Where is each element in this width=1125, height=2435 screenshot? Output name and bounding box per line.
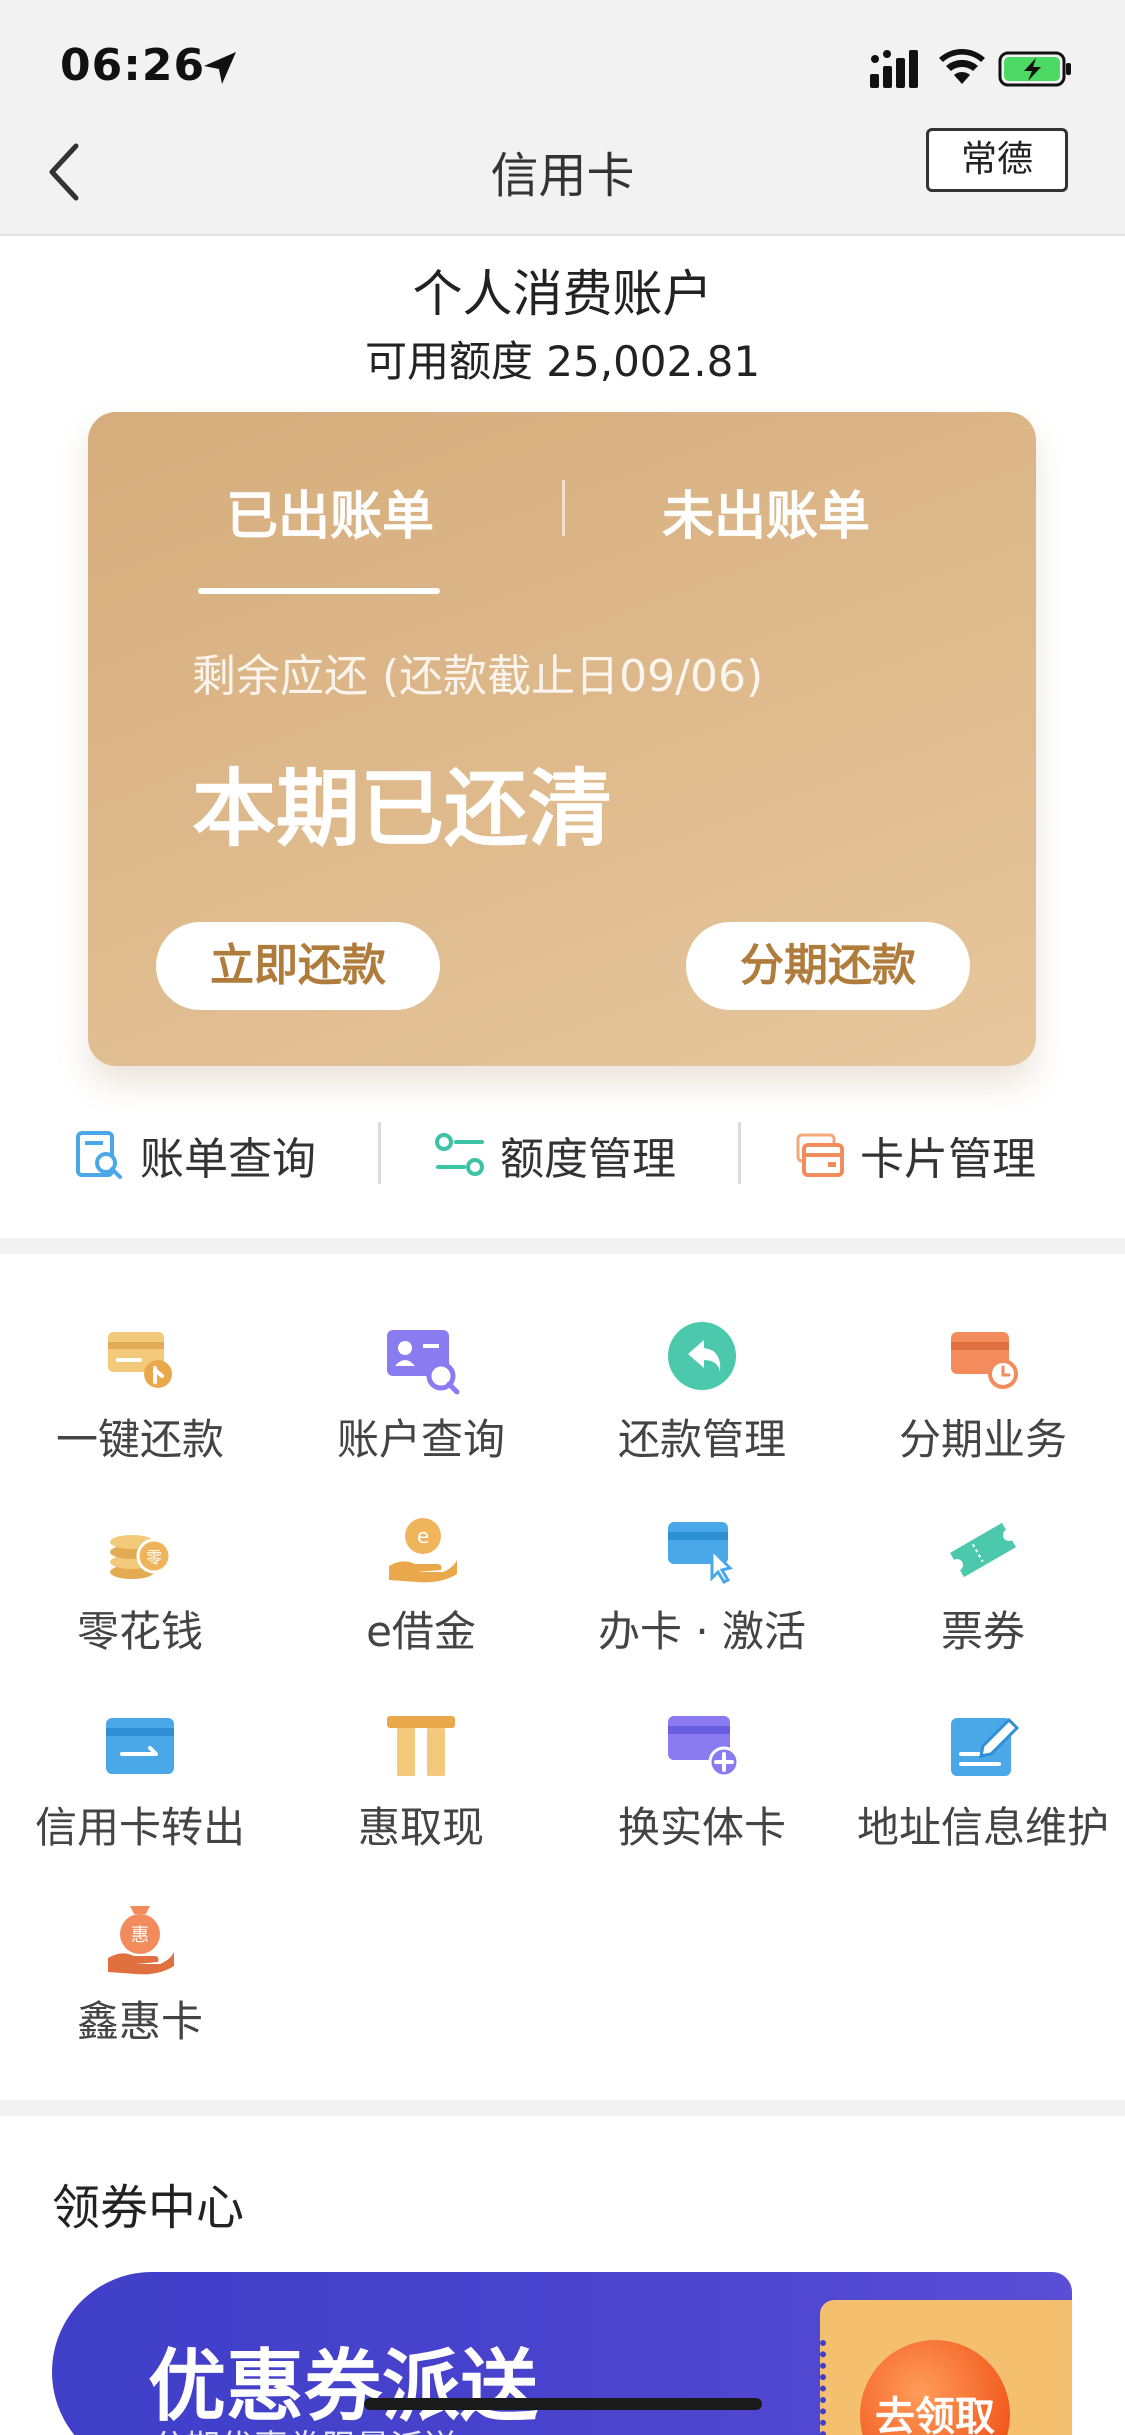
svg-text:零: 零 [146,1548,162,1567]
divider [738,1122,741,1184]
quick-link-bill-query[interactable]: 账单查询 [74,1112,316,1198]
section-divider [0,2100,1125,2116]
service-label: 鑫惠卡 [76,1997,203,2046]
service-xinhui-card[interactable]: 惠 鑫惠卡 [0,1900,280,2049]
service-label: 办卡 · 激活 [597,1607,807,1656]
service-label: 票券 [940,1607,1025,1656]
status-time: 06:26 [60,40,206,91]
account-query-icon [387,1330,460,1395]
repay-manage-icon [668,1322,736,1390]
quick-link-label: 卡片管理 [860,1134,1036,1185]
tab-unbilled-statement[interactable]: 未出账单 [662,474,870,549]
service-label: 分期业务 [898,1415,1067,1464]
card-transfer-icon [106,1718,174,1774]
section-divider [0,1238,1125,1254]
tab-billed-statement[interactable]: 已出账单 [226,474,434,549]
apply-activate-icon [668,1522,733,1584]
service-physical-card[interactable]: 换实体卡 [562,1706,842,1855]
service-apply-activate[interactable]: 办卡 · 激活 [562,1510,842,1659]
ticket-icon [950,1522,1016,1578]
service-label: 还款管理 [617,1415,786,1464]
cash-advance-icon [387,1716,455,1776]
service-label: 换实体卡 [617,1803,786,1852]
service-one-click-repay[interactable]: 一键还款 [0,1318,280,1467]
nav-bar: 信用卡 常德 [0,120,1125,236]
home-indicator [364,2398,762,2410]
e-loan-icon: e [389,1518,457,1583]
coupon-center-title: 领券中心 [52,2180,245,2236]
card-manage-icon [796,1133,844,1177]
cellular-signal-icon [870,50,918,88]
service-e-loan[interactable]: e e借金 [281,1510,561,1659]
quick-link-label: 额度管理 [500,1134,676,1185]
coins-icon: 零 [110,1535,172,1579]
coupon-banner-title: 优惠券派送 [148,2342,539,2432]
screen: 06:26 信用卡 常德 个人消费账户 可用额度 25,002.81 已出账单 … [0,0,1125,2435]
svg-text:e: e [417,1524,429,1548]
coupon-stub: 去领取 [820,2300,1072,2435]
perforation [820,2340,826,2435]
payment-status: 本期已还清 [192,760,613,858]
service-card-transfer[interactable]: 信用卡转出 [0,1706,280,1855]
bill-card: 已出账单 未出账单 剩余应还 (还款截止日09/06) 本期已还清 立即还款 分… [88,412,1036,1066]
bill-search-icon [76,1131,122,1179]
due-label: 剩余应还 (还款截止日09/06) [192,651,764,702]
service-account-query[interactable]: 账户查询 [281,1318,561,1467]
account-title: 个人消费账户 [412,265,713,323]
battery-charging-icon [998,51,1071,87]
location-arrow-icon [204,52,236,84]
service-label: 信用卡转出 [34,1803,245,1852]
service-pocket-money[interactable]: 零 零花钱 [0,1510,280,1659]
installment-repay-button[interactable]: 分期还款 [686,922,970,1010]
service-tickets[interactable]: 票券 [843,1510,1123,1659]
quick-link-limit-manage[interactable]: 额度管理 [434,1112,676,1198]
wifi-icon [939,49,985,84]
service-label: 一键还款 [55,1415,224,1464]
xinhui-card-icon: 惠 [108,1906,174,1975]
service-repay-manage[interactable]: 还款管理 [562,1318,842,1467]
city-selector-button[interactable]: 常德 [926,128,1068,192]
active-tab-indicator [198,588,440,594]
status-bar: 06:26 [0,0,1125,130]
service-cash-advance[interactable]: 惠取现 [281,1706,561,1855]
service-installment[interactable]: 分期业务 [843,1318,1123,1467]
installment-icon [951,1332,1018,1389]
quick-link-label: 账单查询 [140,1134,316,1185]
repay-now-button[interactable]: 立即还款 [156,922,440,1010]
quick-link-card-manage[interactable]: 卡片管理 [794,1112,1036,1198]
available-limit: 可用额度 25,002.81 [364,337,761,386]
physical-card-icon [668,1716,740,1778]
one-click-repay-icon [108,1332,172,1388]
service-label: e借金 [366,1607,476,1656]
service-label: 账户查询 [336,1415,505,1464]
service-label: 惠取现 [357,1803,484,1852]
service-label: 地址信息维护 [856,1803,1109,1852]
claim-coupon-button[interactable]: 去领取 [860,2340,1010,2435]
address-edit-icon [951,1717,1020,1776]
svg-text:惠: 惠 [131,1925,149,1946]
divider [378,1122,381,1184]
limit-manage-icon [435,1133,484,1176]
coupon-banner-subtitle: 分期优惠券限量派送 [152,2420,458,2435]
service-address-edit[interactable]: 地址信息维护 [843,1706,1123,1855]
quick-links: 账单查询 额度管理 卡片管理 [0,1112,1125,1198]
coupon-banner[interactable]: 优惠券派送 分期优惠券限量派送 去领取 [52,2272,1072,2435]
service-label: 零花钱 [76,1607,203,1656]
tab-divider [562,480,565,536]
